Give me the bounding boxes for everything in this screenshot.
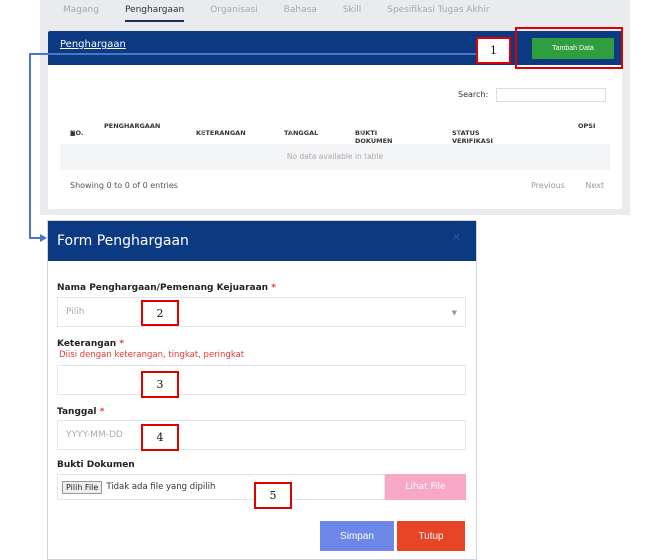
chevron-down-icon: ▼: [451, 309, 457, 317]
annotation-highlight-box: [515, 27, 623, 69]
file-input: Pilih File Tidak ada file yang dipilih: [57, 474, 385, 500]
column-opsi[interactable]: OPSI: [578, 122, 595, 130]
previous-button[interactable]: Previous: [531, 181, 565, 190]
modal-actions: Simpan Tutup: [320, 521, 465, 551]
table-header: NO. ▲ PENGHARGAAN KETERANGAN ⇕ TANGGAL ⇕…: [70, 122, 596, 145]
annotation-number-1: 1: [476, 37, 511, 64]
tab-skill[interactable]: Skill: [343, 0, 361, 22]
arrow-connector-vertical: [29, 53, 31, 239]
simpan-button[interactable]: Simpan: [320, 521, 394, 551]
penghargaan-form: Nama Penghargaan/Pemenang Kejuaraan * Pi…: [57, 283, 466, 500]
sort-asc-icon: ▲: [70, 129, 76, 137]
bukti-dokumen-label: Bukti Dokumen: [57, 460, 135, 470]
tab-organisasi[interactable]: Organisasi: [210, 0, 257, 22]
next-button[interactable]: Next: [585, 181, 604, 190]
search-label: Search:: [458, 90, 489, 99]
tab-bahasa[interactable]: Bahasa: [284, 0, 317, 22]
sort-icon: ⇕: [284, 129, 294, 137]
close-icon[interactable]: ×: [452, 230, 461, 243]
keterangan-input[interactable]: [57, 365, 466, 395]
tanggal-label: Tanggal *: [57, 407, 105, 417]
sort-icon: ⇕: [196, 129, 206, 137]
table-info: Showing 0 to 0 of 0 entries: [70, 181, 178, 190]
annotation-number-3: 3: [141, 371, 179, 398]
pagination: Previous Next: [513, 181, 604, 190]
arrow-connector-top: [29, 53, 476, 55]
annotation-number-2: 2: [141, 300, 179, 326]
tab-magang[interactable]: Magang: [63, 0, 99, 22]
empty-table-row: No data available in table: [60, 144, 610, 170]
search-row: Search:: [48, 88, 622, 102]
modal-header: Form Penghargaan ×: [48, 221, 476, 261]
sort-icon: ⇕: [355, 129, 365, 137]
keterangan-hint: Diisi dengan keterangan, tingkat, pering…: [59, 350, 245, 360]
form-penghargaan-modal: Form Penghargaan × Nama Penghargaan/Peme…: [47, 220, 477, 560]
annotation-number-4: 4: [141, 424, 179, 451]
tab-spesifikasi-tugas-akhir[interactable]: Spesifikasi Tugas Akhir: [387, 0, 489, 22]
tanggal-input[interactable]: YYYY-MM-DD: [57, 420, 466, 450]
nama-select[interactable]: Pilih ▼: [57, 297, 466, 327]
modal-title: Form Penghargaan: [57, 233, 189, 249]
keterangan-label: Keterangan *: [57, 339, 125, 349]
annotation-number-5: 5: [254, 482, 292, 509]
nama-label: Nama Penghargaan/Pemenang Kejuaraan *: [57, 283, 276, 293]
tutup-button[interactable]: Tutup: [397, 521, 465, 551]
pilih-file-button[interactable]: Pilih File: [62, 480, 103, 494]
arrow-head-icon: [40, 234, 47, 242]
tab-penghargaan[interactable]: Penghargaan: [124, 0, 185, 22]
file-status: Tidak ada file yang dipilih: [106, 482, 216, 492]
tab-bar: Magang Penghargaan Organisasi Bahasa Ski…: [63, 0, 516, 26]
lihat-file-button[interactable]: Lihat File: [385, 474, 466, 500]
card-title: Penghargaan: [60, 39, 126, 50]
sort-icon: ⇕: [452, 129, 462, 137]
search-input[interactable]: [496, 88, 606, 102]
column-penghargaan[interactable]: PENGHARGAAN: [104, 122, 160, 130]
